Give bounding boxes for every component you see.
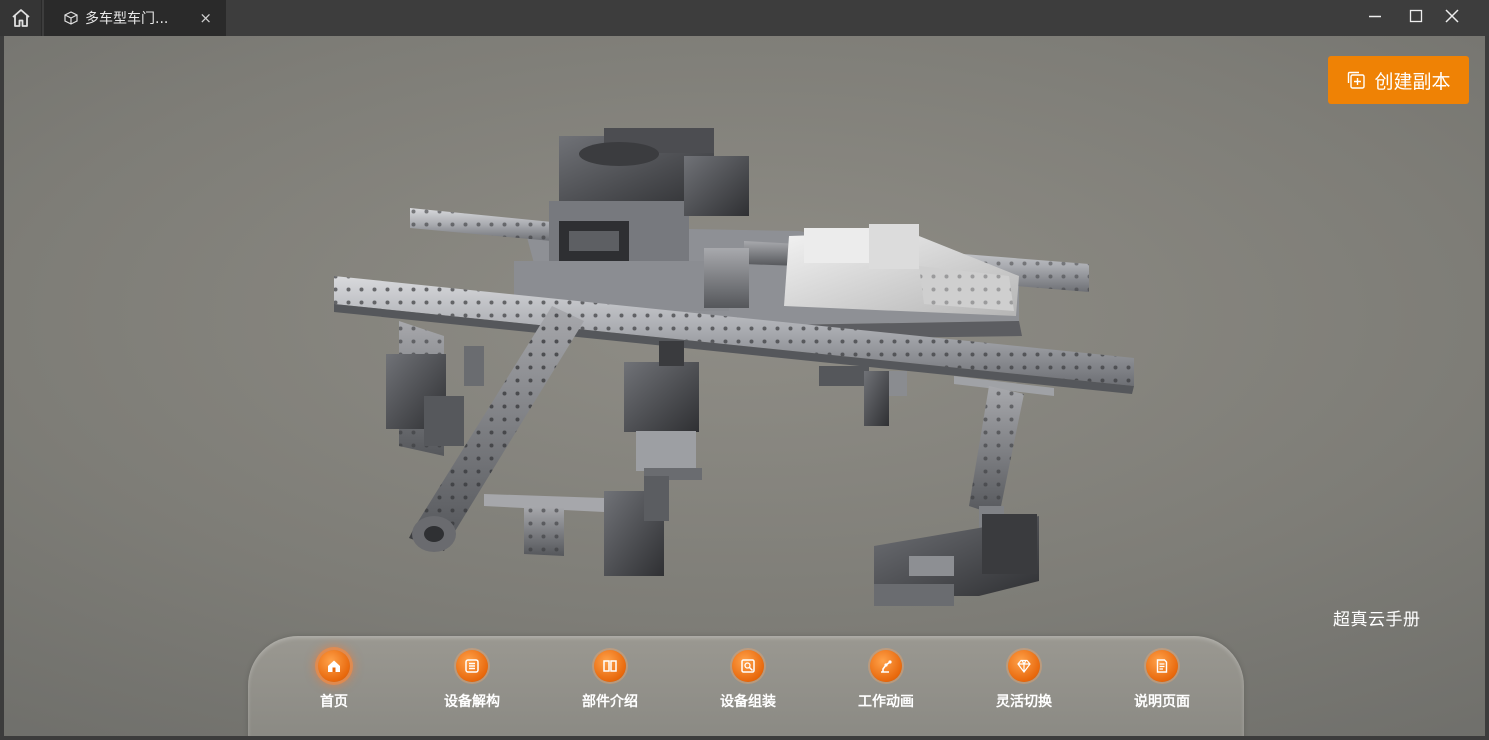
cube-icon bbox=[64, 11, 78, 25]
nav-label: 设备组装 bbox=[720, 694, 776, 710]
nav-item-parts[interactable]: 部件介绍 bbox=[555, 650, 665, 711]
robot-arm-icon bbox=[870, 650, 902, 682]
home-icon bbox=[318, 650, 350, 682]
create-copy-label: 创建副本 bbox=[1374, 70, 1451, 93]
diamond-icon bbox=[1008, 650, 1040, 682]
document-icon bbox=[1146, 650, 1178, 682]
nav-label: 设备解构 bbox=[444, 694, 500, 710]
close-icon bbox=[1445, 9, 1459, 23]
home-button[interactable] bbox=[0, 0, 42, 36]
list-icon bbox=[456, 650, 488, 682]
home-icon bbox=[11, 9, 30, 27]
create-copy-button[interactable]: 创建副本 bbox=[1328, 56, 1469, 104]
maximize-icon bbox=[1409, 9, 1423, 23]
copy-plus-icon bbox=[1348, 71, 1366, 89]
frame-right bbox=[1485, 36, 1489, 740]
nav-item-instructions[interactable]: 说明页面 bbox=[1107, 650, 1217, 711]
maximize-button[interactable] bbox=[1398, 0, 1434, 32]
nav-item-animation[interactable]: 工作动画 bbox=[831, 650, 941, 711]
bottom-nav: 首页 设备解构 部件介绍 设备组装 工作动画 灵活切换 说明页面 bbox=[248, 636, 1244, 736]
nav-item-home[interactable]: 首页 bbox=[279, 650, 389, 711]
frame-bottom bbox=[0, 736, 1489, 740]
tab-close-button[interactable]: × bbox=[199, 9, 212, 27]
document-tab[interactable]: 多车型车门... × bbox=[44, 0, 226, 36]
minimize-icon bbox=[1369, 15, 1381, 18]
tab-title: 多车型车门... bbox=[85, 11, 169, 27]
nav-label: 工作动画 bbox=[858, 694, 914, 710]
nav-label: 首页 bbox=[320, 694, 348, 710]
minimize-button[interactable] bbox=[1357, 0, 1393, 32]
nav-label: 灵活切换 bbox=[996, 694, 1052, 710]
model-viewport[interactable]: 创建副本 超真云手册 首页 设备解构 部件介绍 设备组装 工作动画 灵活切换 说… bbox=[4, 36, 1485, 736]
machine-model[interactable] bbox=[4, 36, 1485, 736]
nav-label: 部件介绍 bbox=[582, 694, 638, 710]
book-icon bbox=[594, 650, 626, 682]
close-window-button[interactable] bbox=[1434, 0, 1470, 32]
brand-label: 超真云手册 bbox=[1333, 610, 1421, 630]
nav-item-assembly[interactable]: 设备组装 bbox=[693, 650, 803, 711]
assemble-icon bbox=[732, 650, 764, 682]
nav-item-switch[interactable]: 灵活切换 bbox=[969, 650, 1079, 711]
nav-label: 说明页面 bbox=[1134, 694, 1190, 710]
title-bar: 多车型车门... × bbox=[0, 0, 1489, 36]
nav-item-deconstruct[interactable]: 设备解构 bbox=[417, 650, 527, 711]
